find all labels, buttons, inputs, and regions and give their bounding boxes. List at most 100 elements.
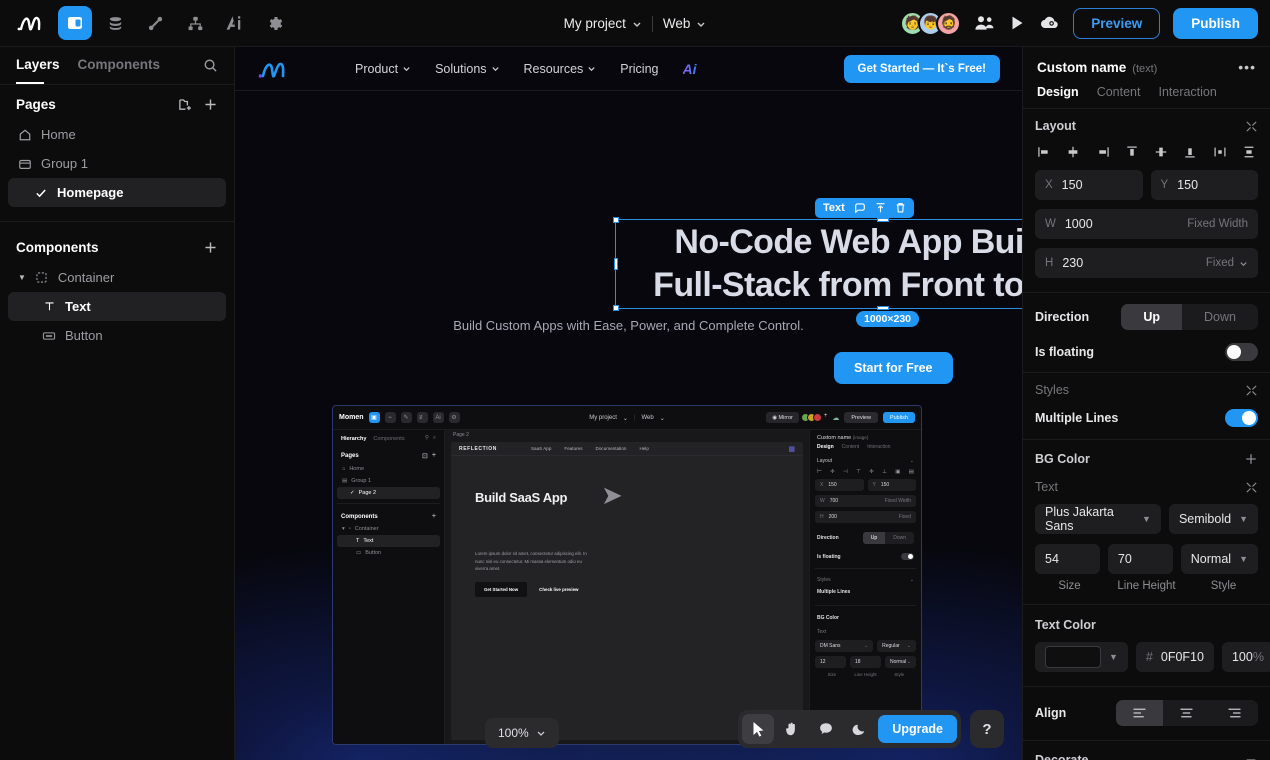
site-logo-icon[interactable] xyxy=(257,58,291,80)
get-started-button[interactable]: Get Started — It`s Free! xyxy=(843,54,1000,83)
decorate-header: Decorate xyxy=(1035,753,1258,760)
align-text-right-icon[interactable] xyxy=(1211,700,1258,726)
component-item-button[interactable]: Button xyxy=(8,321,226,350)
nav-item-solutions[interactable]: Solutions xyxy=(435,62,499,76)
page-item-homepage[interactable]: Homepage xyxy=(8,178,226,207)
nav-ai-badge[interactable]: Ai xyxy=(683,61,697,77)
nav-item-pricing[interactable]: Pricing xyxy=(620,62,658,76)
is-floating-toggle[interactable] xyxy=(1225,343,1258,361)
resize-handle-sw[interactable] xyxy=(613,305,619,311)
help-button[interactable]: ? xyxy=(970,710,1004,748)
nav-item-resources[interactable]: Resources xyxy=(524,62,597,76)
font-style-select[interactable]: Normal ▼ xyxy=(1180,544,1258,574)
align-bottom-icon[interactable] xyxy=(1183,145,1197,159)
component-item-container[interactable]: ▼ Container xyxy=(8,263,226,292)
platform-dropdown[interactable]: Web xyxy=(663,16,707,31)
resize-handle-s[interactable] xyxy=(876,306,889,310)
align-center-horizontal-icon[interactable] xyxy=(1066,145,1080,159)
components-title: Components xyxy=(16,240,99,255)
canvas-area[interactable]: Product Solutions Resources Pricing Ai G… xyxy=(235,47,1022,760)
tab-content[interactable]: Content xyxy=(1097,85,1141,99)
database-icon[interactable] xyxy=(98,6,132,40)
tool-group: Upgrade xyxy=(738,710,961,748)
comment-tool[interactable] xyxy=(810,714,842,744)
mock-right-panel: Custom name (image) Design Content Inter… xyxy=(809,430,921,744)
direction-up-option[interactable]: Up xyxy=(1121,304,1183,330)
align-text-left-icon[interactable] xyxy=(1116,700,1164,726)
color-swatch-select[interactable]: ▼ xyxy=(1035,642,1128,672)
font-size-field[interactable]: 54 xyxy=(1035,544,1100,574)
play-preview-icon[interactable] xyxy=(1008,14,1026,32)
direction-down-option[interactable]: Down xyxy=(1182,304,1258,330)
upgrade-button[interactable]: Upgrade xyxy=(878,715,957,743)
align-text-center-icon[interactable] xyxy=(1163,700,1210,726)
start-for-free-button[interactable]: Start for Free xyxy=(834,352,953,384)
align-middle-vertical-icon[interactable] xyxy=(1154,145,1168,159)
resize-handle-n[interactable] xyxy=(876,218,889,222)
hand-tool[interactable] xyxy=(776,714,808,744)
search-icon[interactable] xyxy=(203,58,218,73)
resize-handle-nw[interactable] xyxy=(613,217,619,223)
font-weight-select[interactable]: Semibold ▼ xyxy=(1168,504,1258,534)
api-icon[interactable] xyxy=(138,6,172,40)
add-page-icon[interactable] xyxy=(203,97,218,112)
opacity-field[interactable]: 100 % xyxy=(1221,642,1270,672)
height-field[interactable]: H 230 Fixed xyxy=(1035,248,1258,278)
embedded-editor-screenshot[interactable]: Momen ▣ ⌁ ✎ ≢ Ai ⚙ My project ⌄ | Web ⌄ xyxy=(332,405,922,745)
tab-layers[interactable]: Layers xyxy=(16,57,60,74)
invite-members-icon[interactable] xyxy=(974,14,995,32)
x-key: X xyxy=(1045,179,1053,191)
y-field[interactable]: Y 150 xyxy=(1150,170,1258,200)
width-field[interactable]: W 1000 Fixed Width xyxy=(1035,209,1258,239)
publish-button[interactable]: Publish xyxy=(1173,7,1258,39)
cloud-publish-icon[interactable] xyxy=(1039,14,1060,32)
page-item-group-1[interactable]: Group 1 xyxy=(8,149,226,178)
momen-logo-icon[interactable] xyxy=(12,6,52,40)
distribute-horizontal-icon[interactable] xyxy=(1213,145,1227,159)
add-component-icon[interactable] xyxy=(203,240,218,255)
mock-styles-header: Styles ⌄ xyxy=(815,573,916,586)
settings-icon[interactable] xyxy=(258,6,292,40)
tab-interaction[interactable]: Interaction xyxy=(1158,85,1216,99)
select-tool[interactable] xyxy=(742,714,775,744)
align-top-icon[interactable] xyxy=(1125,145,1139,159)
pages-icon[interactable] xyxy=(58,6,92,40)
multiple-lines-toggle[interactable] xyxy=(1225,409,1258,427)
delete-icon[interactable] xyxy=(895,202,906,214)
upload-icon[interactable] xyxy=(875,202,886,214)
new-folder-icon[interactable] xyxy=(178,97,193,112)
add-bg-color-icon[interactable] xyxy=(1244,452,1258,466)
page-item-home[interactable]: Home xyxy=(8,120,226,149)
collapse-icon[interactable] xyxy=(1245,384,1258,397)
zoom-control[interactable]: 100% xyxy=(485,718,559,748)
ai-icon[interactable] xyxy=(218,6,252,40)
align-right-icon[interactable] xyxy=(1096,145,1110,159)
project-name-dropdown[interactable]: My project xyxy=(564,16,642,31)
more-options-icon[interactable]: ••• xyxy=(1238,59,1256,75)
component-frame-icon[interactable] xyxy=(854,202,866,214)
nav-item-product[interactable]: Product xyxy=(355,62,411,76)
distribute-vertical-icon[interactable] xyxy=(1242,145,1256,159)
font-family-select[interactable]: Plus Jakarta Sans ▼ xyxy=(1035,504,1161,534)
collapse-icon[interactable] xyxy=(1245,481,1258,494)
tab-design[interactable]: Design xyxy=(1037,85,1079,99)
remove-decorate-icon[interactable] xyxy=(1244,753,1258,760)
collaborator-avatars[interactable]: 🧑 👦 🧔 xyxy=(900,10,962,36)
preview-button[interactable]: Preview xyxy=(1073,7,1161,39)
resize-handle-w[interactable] xyxy=(614,258,618,270)
avatar[interactable]: 🧔 xyxy=(936,10,962,36)
workflow-icon[interactable] xyxy=(178,6,212,40)
text-color-section: Text Color ▼ # 0F0F10 100 % xyxy=(1023,605,1270,687)
align-left-icon[interactable] xyxy=(1037,145,1051,159)
w-mode-label[interactable]: Fixed Width xyxy=(1187,218,1248,230)
selection-bounding-box[interactable] xyxy=(613,217,1022,311)
component-item-text[interactable]: Text xyxy=(8,292,226,321)
x-field[interactable]: X 150 xyxy=(1035,170,1143,200)
chevron-down-icon[interactable]: ▼ xyxy=(18,273,26,282)
dark-mode-tool[interactable] xyxy=(844,714,876,744)
line-height-field[interactable]: 70 xyxy=(1107,544,1173,574)
tab-components[interactable]: Components xyxy=(78,57,161,74)
collapse-icon[interactable] xyxy=(1245,120,1258,133)
hex-field[interactable]: # 0F0F10 xyxy=(1135,642,1214,672)
distribute-v-icon: ▤ xyxy=(908,469,914,475)
